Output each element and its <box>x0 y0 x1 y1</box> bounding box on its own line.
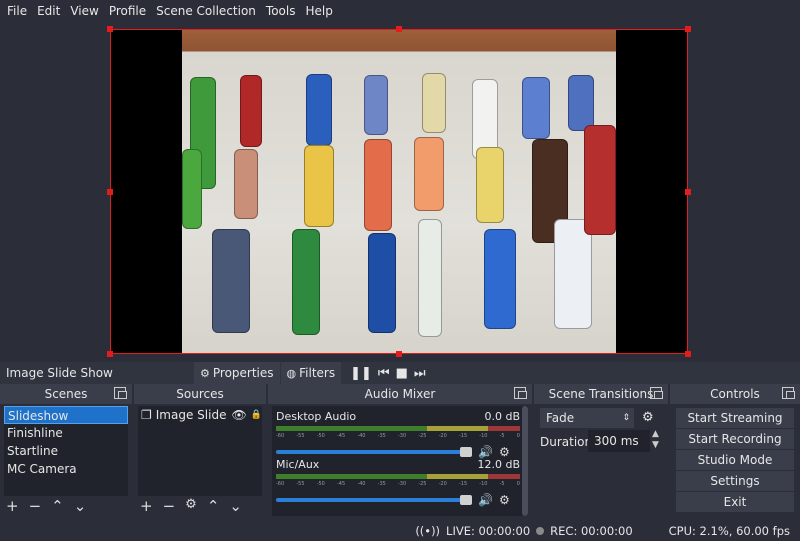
preview-area <box>0 22 800 362</box>
status-bar: ((•)) LIVE: 00:00:00 REC: 00:00:00 CPU: … <box>0 520 800 541</box>
volume-meter <box>276 426 520 431</box>
move-down-icon[interactable]: ⌄ <box>74 497 87 515</box>
move-up-icon[interactable]: ⌃ <box>207 497 220 515</box>
transition-select[interactable]: Fade ⇕ <box>540 408 634 428</box>
rec-status: REC: 00:00:00 <box>550 523 633 538</box>
broadcast-icon: ((•)) <box>415 523 441 538</box>
volume-meter <box>276 474 520 479</box>
mixer-scrollbar[interactable] <box>522 406 528 516</box>
channel-desktop-audio: Desktop Audio 0.0 dB -60 -55 -50 -45 -40 -35-… <box>276 410 520 459</box>
live-status: LIVE: 00:00:00 <box>446 523 531 538</box>
scene-item-mc-camera[interactable]: MC Camera <box>4 460 128 478</box>
add-icon[interactable]: + <box>140 497 153 515</box>
speaker-icon[interactable]: 🔊 <box>478 445 493 459</box>
audio-mixer-title: Audio Mixer <box>268 384 532 404</box>
menu-tools[interactable]: Tools <box>261 0 301 22</box>
start-recording-button[interactable]: Start Recording <box>676 429 794 449</box>
duration-label: Duration <box>540 435 593 449</box>
pause-icon[interactable]: ❚❚ <box>350 366 372 381</box>
record-indicator-icon <box>536 526 545 535</box>
volume-slider[interactable] <box>276 447 472 457</box>
float-dock-icon[interactable] <box>782 387 795 399</box>
cpu-status: CPU: 2.1%, 60.00 fps <box>668 523 790 538</box>
channel-name: Desktop Audio <box>276 410 357 423</box>
preview-canvas[interactable] <box>110 29 688 354</box>
properties-button[interactable]: ⚙ Properties <box>194 362 280 384</box>
channel-name: Mic/Aux <box>276 458 320 471</box>
sources-title: Sources <box>134 384 266 404</box>
gear-icon: ⚙ <box>200 366 210 380</box>
sources-list: ❐ Image Slide Sh 👁 🔒 <box>138 406 262 496</box>
scene-item-slideshow[interactable]: Slideshow <box>4 406 128 424</box>
sources-toolbar: + − ⚙ ⌃ ⌄ <box>140 497 242 515</box>
source-item[interactable]: ❐ Image Slide Sh 👁 🔒 <box>138 406 262 424</box>
menu-help[interactable]: Help <box>300 0 337 22</box>
slideshow-image <box>182 29 616 354</box>
slideshow-icon: ❐ <box>141 408 152 422</box>
start-streaming-button[interactable]: Start Streaming <box>676 408 794 428</box>
studio-mode-button[interactable]: Studio Mode <box>676 450 794 470</box>
controls-dock: Controls Start Streaming Start Recording… <box>670 384 800 518</box>
menu-view[interactable]: View <box>65 0 103 22</box>
exit-button[interactable]: Exit <box>676 492 794 512</box>
gear-icon[interactable]: ⚙ <box>185 497 197 515</box>
scene-item-startline[interactable]: Startline <box>4 442 128 460</box>
channel-mic-aux: Mic/Aux 12.0 dB -60 -55 -50 -45 -40 -35 -30 -25… <box>276 458 520 507</box>
previous-icon[interactable]: ⏮ <box>378 366 390 381</box>
slider-knob[interactable] <box>460 447 472 457</box>
scene-transitions-title: Scene Transitions <box>534 384 668 404</box>
scenes-dock: Scenes Slideshow Finishline Startline MC… <box>0 384 132 518</box>
menu-edit[interactable]: Edit <box>32 0 65 22</box>
scene-transitions-dock: Scene Transitions Fade ⇕ ⚙ Duration 300 … <box>534 384 668 518</box>
gear-icon[interactable]: ⚙ <box>499 493 510 507</box>
source-toolbar: Image Slide Show ⚙ Properties ◍ Filters … <box>0 362 800 384</box>
settings-button[interactable]: Settings <box>676 471 794 491</box>
menu-file[interactable]: File <box>2 0 32 22</box>
remove-icon[interactable]: − <box>163 497 176 515</box>
meter-scale: -60 -55 -50 -45 -40 -35 -30 -25 -20 -15 -10 -5 0 <box>276 433 520 439</box>
move-up-icon[interactable]: ⌃ <box>51 497 64 515</box>
current-source-name: Image Slide Show <box>6 366 113 380</box>
menu-scene-collection[interactable]: Scene Collection <box>151 0 261 22</box>
audio-mixer-dock: Audio Mixer Desktop Audio 0.0 dB -60 -55-… <box>268 384 532 518</box>
speaker-icon[interactable]: 🔊 <box>478 493 493 507</box>
float-dock-icon[interactable] <box>650 387 663 399</box>
next-icon[interactable]: ⏭ <box>414 366 426 381</box>
channel-level: 12.0 dB <box>477 458 520 471</box>
stop-icon[interactable]: ■ <box>396 366 408 381</box>
channel-level: 0.0 dB <box>484 410 520 423</box>
move-down-icon[interactable]: ⌄ <box>229 497 242 515</box>
slider-knob[interactable] <box>460 495 472 505</box>
menu-profile[interactable]: Profile <box>104 0 151 22</box>
volume-slider[interactable] <box>276 495 472 505</box>
float-dock-icon[interactable] <box>114 387 127 399</box>
remove-icon[interactable]: − <box>29 497 42 515</box>
gear-icon[interactable]: ⚙ <box>642 410 654 425</box>
controls-title: Controls <box>670 384 800 404</box>
sources-dock: Sources ❐ Image Slide Sh 👁 🔒 + − ⚙ ⌃ ⌄ <box>134 384 266 518</box>
scenes-title: Scenes <box>0 384 132 404</box>
media-controls: ❚❚ ⏮ ■ ⏭ <box>342 366 426 381</box>
filter-icon: ◍ <box>286 366 297 380</box>
chevron-updown-icon: ⇕ <box>622 413 630 423</box>
float-dock-icon[interactable] <box>514 387 527 399</box>
add-icon[interactable]: + <box>6 497 19 515</box>
lock-icon[interactable]: 🔒 <box>251 406 262 424</box>
gear-icon[interactable]: ⚙ <box>499 445 510 459</box>
duration-input[interactable]: 300 ms <box>588 430 650 452</box>
scene-item-finishline[interactable]: Finishline <box>4 424 128 442</box>
duration-stepper[interactable]: ▲ ▼ <box>652 429 659 451</box>
scenes-list: Slideshow Finishline Startline MC Camera <box>4 406 128 496</box>
meter-scale: -60 -55 -50 -45 -40 -35 -30 -25 -20 -15 -10 -5 0 <box>276 481 520 487</box>
scenes-toolbar: + − ⌃ ⌄ <box>6 497 86 515</box>
mixer-channels: Desktop Audio 0.0 dB -60 -55 -50 -45 -40 -35-… <box>272 406 528 516</box>
eye-icon[interactable]: 👁 <box>232 406 247 424</box>
filters-button[interactable]: ◍ Filters <box>280 362 342 384</box>
menu-bar: File Edit View Profile Scene Collection … <box>0 0 800 22</box>
